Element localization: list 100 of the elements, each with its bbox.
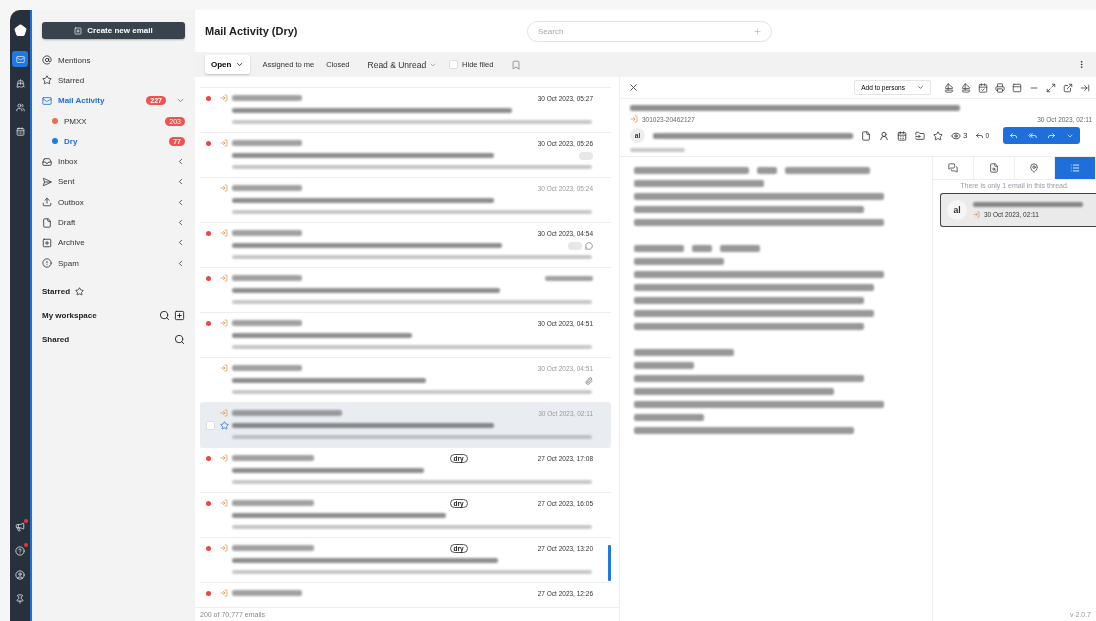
external-link-icon[interactable] xyxy=(1063,82,1073,93)
blurred-sender xyxy=(232,320,302,326)
upload-icon xyxy=(42,197,52,208)
ship-icon xyxy=(15,78,25,88)
blurred-sender xyxy=(232,365,302,371)
sidebar-item[interactable]: Spam xyxy=(42,252,185,274)
incoming-arrow-icon xyxy=(220,184,228,192)
ship-icon[interactable] xyxy=(944,82,954,93)
section-title: My workspace xyxy=(42,310,97,320)
reply-split-button[interactable] xyxy=(1003,127,1081,144)
expand-icon[interactable] xyxy=(1046,82,1056,93)
star-icon[interactable] xyxy=(933,130,943,141)
blurred-text xyxy=(634,362,694,369)
envelope-icon xyxy=(15,54,25,64)
chevron-left-icon[interactable] xyxy=(176,218,185,227)
chevron-left-icon[interactable] xyxy=(176,238,185,248)
row-checkbox[interactable] xyxy=(206,421,215,430)
blurred-text xyxy=(692,245,712,252)
calendar-icon[interactable] xyxy=(978,82,988,93)
search-field[interactable]: Search xyxy=(527,21,772,42)
unread-dot xyxy=(206,320,211,326)
plus-box-icon xyxy=(74,26,83,35)
incoming-arrow-icon xyxy=(220,499,228,507)
chevron-down-icon xyxy=(917,84,924,91)
chevron-left-icon[interactable] xyxy=(176,157,185,167)
list-icon xyxy=(1070,163,1081,173)
pin-icon xyxy=(1029,163,1040,173)
incoming-arrow-icon xyxy=(220,319,228,327)
blurred-text xyxy=(634,245,684,252)
incoming-arrow-icon xyxy=(220,544,228,552)
panel-icon[interactable] xyxy=(1012,82,1022,93)
file-icon xyxy=(42,217,52,228)
help-icon xyxy=(15,546,25,556)
blurred-sender xyxy=(232,140,302,146)
read-filter-dropdown[interactable]: Read & Unread xyxy=(367,59,438,70)
blurred-text xyxy=(634,414,704,421)
search-icon[interactable] xyxy=(159,309,170,321)
section-title: Starred xyxy=(42,286,70,296)
more-icon[interactable] xyxy=(1077,60,1086,69)
sidebar-item[interactable]: Inbox xyxy=(42,151,185,172)
search-icon[interactable] xyxy=(174,333,185,345)
plus-box-icon xyxy=(42,237,52,248)
sidebar-item[interactable]: Archive xyxy=(42,232,185,253)
sidebar-item[interactable]: Sent xyxy=(42,171,185,193)
unread-dot xyxy=(206,275,211,281)
incoming-arrow-icon xyxy=(220,274,228,282)
star-icon[interactable] xyxy=(75,286,84,296)
unread-dot xyxy=(206,230,211,236)
checkbox[interactable] xyxy=(449,60,459,69)
eye-icon xyxy=(951,130,961,141)
print-icon[interactable] xyxy=(995,82,1005,93)
chevron-left-icon[interactable] xyxy=(176,197,185,207)
incoming-arrow-icon xyxy=(220,94,228,102)
create-email-button[interactable]: Create new email xyxy=(42,22,185,39)
incoming-arrow-icon xyxy=(220,229,228,237)
blurred-sender xyxy=(232,185,302,191)
reply-icon xyxy=(975,131,985,140)
sidebar-item[interactable]: Outbox xyxy=(42,192,185,213)
plus-box-icon[interactable] xyxy=(174,309,185,321)
blurred-sender xyxy=(232,95,302,101)
incoming-arrow-icon xyxy=(220,589,228,597)
envelope-button[interactable] xyxy=(12,51,28,67)
folder-icon[interactable] xyxy=(915,130,925,141)
calendar-icon[interactable] xyxy=(897,130,907,141)
sidebar-item[interactable]: Starred xyxy=(42,70,185,91)
forward-icon xyxy=(1047,131,1057,140)
blurred-date xyxy=(545,275,593,281)
unread-dot xyxy=(206,140,211,146)
unread-dot xyxy=(206,95,211,101)
people-icon xyxy=(15,102,25,112)
arrow-right-icon[interactable] xyxy=(1080,82,1090,93)
help-button[interactable] xyxy=(12,543,28,559)
blurred-sender xyxy=(232,275,302,281)
list-tab[interactable] xyxy=(1055,157,1096,179)
sidebar-item[interactable]: Mentions xyxy=(42,50,185,71)
label-chip xyxy=(568,241,582,250)
paperclip-icon xyxy=(585,376,593,385)
sidebar-item[interactable]: Draft xyxy=(42,212,185,233)
chevron-left-icon[interactable] xyxy=(176,258,185,268)
at-sign-icon xyxy=(42,55,52,66)
reply-all-icon xyxy=(1028,131,1038,140)
incoming-arrow-icon xyxy=(973,211,980,218)
incoming-arrow-icon xyxy=(220,139,228,147)
alert-circle-icon xyxy=(42,258,52,269)
person-icon[interactable] xyxy=(879,130,889,141)
close-icon[interactable] xyxy=(628,82,639,93)
page-title: Mail Activity (Dry) xyxy=(205,25,298,37)
comment-icon xyxy=(585,241,593,250)
star-icon[interactable] xyxy=(220,421,229,430)
calendar-icon xyxy=(15,126,25,136)
status-dropdown[interactable]: Open xyxy=(205,55,251,74)
envelope-icon xyxy=(42,95,52,106)
file-search-icon xyxy=(988,163,999,173)
chevron-down-icon xyxy=(235,60,245,69)
file-icon[interactable] xyxy=(861,130,871,141)
logo-icon xyxy=(13,24,27,37)
chevron-left-icon[interactable] xyxy=(176,177,185,187)
user-button[interactable] xyxy=(12,567,28,583)
unread-dot xyxy=(206,545,211,551)
ship-icon[interactable] xyxy=(961,82,971,93)
